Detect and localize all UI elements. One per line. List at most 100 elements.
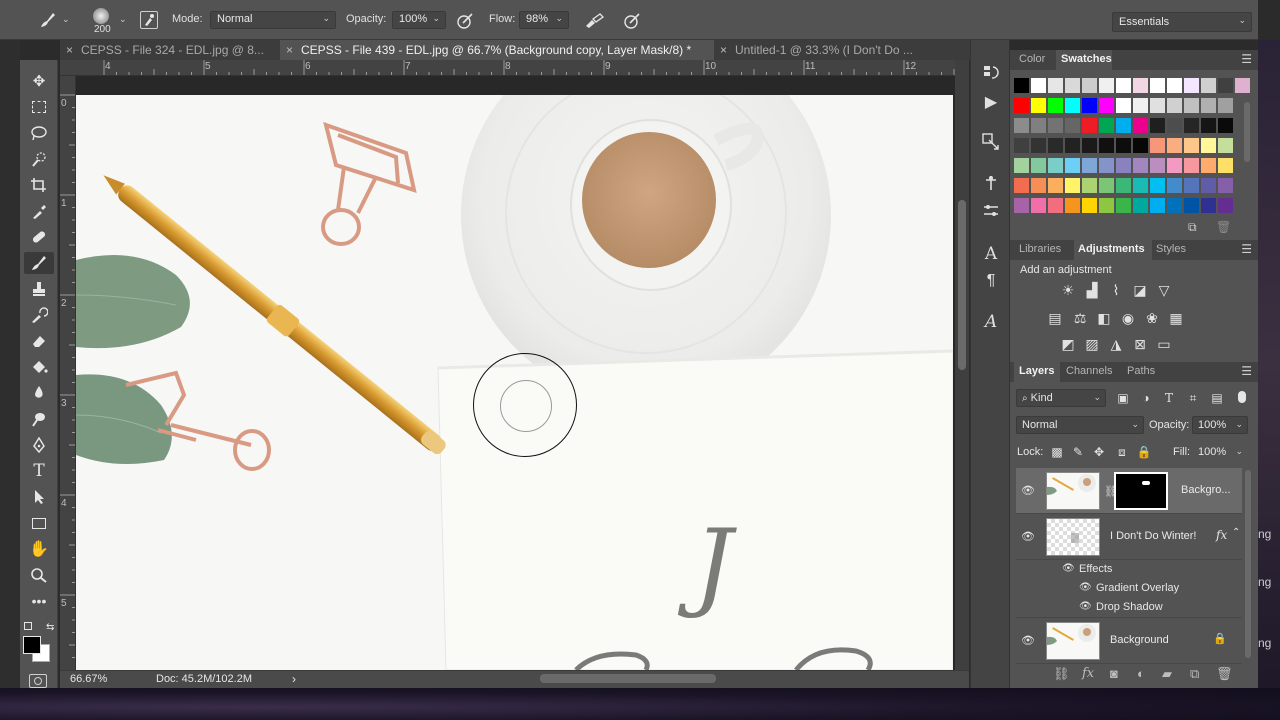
blur-tool-icon[interactable] bbox=[24, 382, 54, 404]
color-swatch[interactable] bbox=[1201, 138, 1216, 153]
posterize-icon[interactable]: ▨ bbox=[1083, 336, 1101, 352]
lasso-tool-icon[interactable] bbox=[24, 122, 54, 144]
quick-mask-icon[interactable] bbox=[29, 674, 47, 688]
layer-mask-thumbnail[interactable] bbox=[1114, 472, 1168, 510]
more-tools-icon[interactable]: ••• bbox=[24, 590, 54, 612]
collapse-effects-chevron-icon[interactable]: ⌃ bbox=[1232, 527, 1240, 538]
history-panel-icon[interactable] bbox=[979, 64, 1003, 86]
zoom-tool-icon[interactable] bbox=[24, 564, 54, 586]
color-swatch[interactable] bbox=[1218, 178, 1233, 193]
document-canvas[interactable]: J bbox=[76, 95, 953, 670]
workspace-select[interactable]: Essentials ⌄ bbox=[1112, 12, 1252, 32]
color-swatch[interactable] bbox=[1014, 198, 1029, 213]
add-layer-style-icon[interactable]: fx bbox=[1082, 666, 1094, 681]
layer-row-i-dont-do-winter[interactable]: 👁 I Don't Do Winter! fx ⌃ bbox=[1016, 514, 1242, 560]
fill-field[interactable]: 100% ⌄ bbox=[1192, 443, 1248, 461]
color-swatch[interactable] bbox=[1048, 198, 1063, 213]
effect-drop-shadow[interactable]: Drop Shadow bbox=[1096, 601, 1163, 613]
visibility-eye-icon[interactable]: 👁 bbox=[1021, 634, 1035, 647]
close-icon[interactable]: × bbox=[286, 43, 293, 57]
filter-type-icon[interactable]: T bbox=[1160, 390, 1178, 406]
brush-tool-icon[interactable] bbox=[38, 11, 58, 34]
color-swatch[interactable] bbox=[1184, 98, 1199, 113]
pen-tool-icon[interactable] bbox=[24, 434, 54, 456]
path-selection-tool-icon[interactable] bbox=[24, 486, 54, 508]
panel-menu-icon[interactable]: ☰ bbox=[1241, 242, 1252, 256]
color-balance-icon[interactable]: ⚖ bbox=[1071, 310, 1089, 326]
color-swatch[interactable] bbox=[1235, 78, 1250, 93]
color-swatch[interactable] bbox=[1150, 178, 1165, 193]
color-swatch[interactable] bbox=[1167, 138, 1182, 153]
swap-colors-icon[interactable]: ⇆ bbox=[46, 622, 54, 633]
color-swatch[interactable] bbox=[1031, 178, 1046, 193]
color-swatch[interactable] bbox=[1048, 158, 1063, 173]
foreground-color-swatch[interactable] bbox=[23, 636, 41, 654]
color-swatch[interactable] bbox=[1031, 198, 1046, 213]
add-mask-icon[interactable]: ◙ bbox=[1110, 666, 1118, 681]
color-swatch[interactable] bbox=[1082, 78, 1097, 93]
color-swatch[interactable] bbox=[1014, 178, 1029, 193]
trash-icon[interactable]: 🗑 bbox=[1216, 666, 1233, 682]
color-swatch[interactable] bbox=[1116, 138, 1131, 153]
color-swatch[interactable] bbox=[1150, 138, 1165, 153]
vertical-scrollbar-thumb[interactable] bbox=[958, 200, 966, 370]
brush-tool-icon[interactable] bbox=[24, 252, 54, 274]
zoom-level[interactable]: 66.67% bbox=[70, 673, 107, 685]
color-swatch[interactable] bbox=[1201, 198, 1216, 213]
color-swatch[interactable] bbox=[1167, 178, 1182, 193]
lock-image-icon[interactable]: ✎ bbox=[1069, 444, 1087, 460]
glyphs-panel-icon[interactable]: A bbox=[979, 312, 1003, 334]
visibility-eye-icon[interactable]: 👁 bbox=[1062, 563, 1075, 574]
horizontal-scrollbar-thumb[interactable] bbox=[540, 674, 716, 683]
move-tool-icon[interactable]: ✥ bbox=[24, 70, 54, 92]
color-swatch[interactable] bbox=[1031, 138, 1046, 153]
color-swatch[interactable] bbox=[1082, 98, 1097, 113]
marquee-tool-icon[interactable] bbox=[24, 96, 54, 118]
color-swatch[interactable] bbox=[1014, 78, 1029, 93]
color-swatch[interactable] bbox=[1116, 198, 1131, 213]
color-swatch[interactable] bbox=[1167, 98, 1182, 113]
color-swatch[interactable] bbox=[1218, 78, 1233, 93]
color-swatch[interactable] bbox=[1150, 158, 1165, 173]
color-swatch[interactable] bbox=[1133, 158, 1148, 173]
default-colors-icon[interactable] bbox=[24, 622, 32, 630]
history-brush-tool-icon[interactable] bbox=[24, 304, 54, 326]
color-swatch[interactable] bbox=[1150, 118, 1165, 133]
color-swatch[interactable] bbox=[1150, 198, 1165, 213]
color-swatch[interactable] bbox=[1133, 138, 1148, 153]
brush-preview-icon[interactable] bbox=[93, 8, 109, 24]
swatches-scrollbar[interactable] bbox=[1244, 102, 1250, 162]
black-white-icon[interactable]: ◧ bbox=[1095, 310, 1113, 326]
doc-tab-file-439[interactable]: × CEPSS - File 439 - EDL.jpg @ 66.7% (Bac… bbox=[280, 40, 714, 60]
color-swatch[interactable] bbox=[1116, 98, 1131, 113]
lock-transparent-icon[interactable]: ▩ bbox=[1048, 444, 1066, 460]
paragraph-panel-icon[interactable]: ¶ bbox=[979, 272, 1003, 294]
color-swatch[interactable] bbox=[1099, 78, 1114, 93]
status-menu-arrow-icon[interactable]: › bbox=[292, 672, 296, 686]
paint-bucket-tool-icon[interactable] bbox=[24, 356, 54, 378]
brightness-contrast-icon[interactable]: ☀ bbox=[1059, 282, 1077, 298]
tab-adjustments[interactable]: Adjustments bbox=[1078, 243, 1145, 255]
color-swatch[interactable] bbox=[1218, 98, 1233, 113]
brush-settings-icon[interactable] bbox=[979, 202, 1003, 224]
ruler-left[interactable]: 0 1 2 3 4 5 bbox=[60, 76, 76, 670]
quick-selection-tool-icon[interactable] bbox=[24, 148, 54, 170]
color-swatch[interactable] bbox=[1065, 138, 1080, 153]
threshold-icon[interactable]: ◮ bbox=[1107, 336, 1125, 352]
color-lookup-icon[interactable]: ▦ bbox=[1167, 310, 1185, 326]
color-swatch[interactable] bbox=[1048, 98, 1063, 113]
color-swatch[interactable] bbox=[1082, 138, 1097, 153]
color-swatch[interactable] bbox=[1201, 118, 1216, 133]
healing-brush-tool-icon[interactable] bbox=[24, 226, 54, 248]
color-swatch[interactable] bbox=[1167, 198, 1182, 213]
layer-row-background[interactable]: 👁 Background 🔒 bbox=[1016, 618, 1242, 664]
filter-toggle-icon[interactable] bbox=[1238, 391, 1246, 403]
color-swatch[interactable] bbox=[1184, 198, 1199, 213]
doc-tab-untitled-1[interactable]: × Untitled-1 @ 33.3% (I Don't Do ... bbox=[714, 40, 1004, 60]
color-swatch[interactable] bbox=[1184, 118, 1199, 133]
levels-icon[interactable]: ▟ bbox=[1083, 282, 1101, 298]
blend-mode-select[interactable]: Normal ⌄ bbox=[1016, 416, 1144, 434]
color-swatch[interactable] bbox=[1048, 178, 1063, 193]
color-swatch[interactable] bbox=[1133, 78, 1148, 93]
filter-smart-object-icon[interactable]: ▤ bbox=[1208, 390, 1226, 406]
